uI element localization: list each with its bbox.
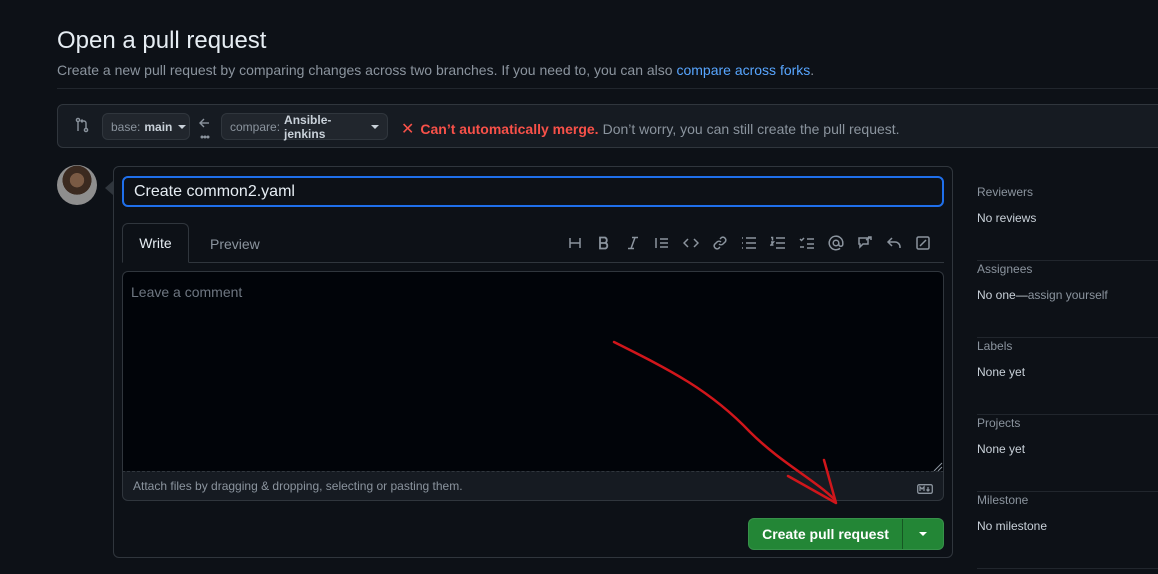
attach-files-text: Attach files by dragging & dropping, sel…	[133, 479, 463, 493]
chevron-down-icon	[371, 124, 379, 129]
labels-label: Labels	[977, 339, 1013, 353]
reviewers-section[interactable]: Reviewers No reviews	[977, 184, 1158, 261]
chevron-down-icon	[919, 532, 927, 536]
heading-icon[interactable]	[560, 232, 589, 254]
code-icon[interactable]	[676, 232, 705, 254]
tab-preview[interactable]: Preview	[210, 236, 260, 252]
assignees-value: No one—assign yourself	[977, 288, 1158, 302]
projects-value: None yet	[977, 442, 1026, 456]
unordered-list-icon[interactable]	[734, 232, 763, 254]
assignees-none: No one—	[977, 288, 1028, 302]
comment-placeholder: Leave a comment	[131, 284, 243, 300]
link-icon[interactable]	[705, 232, 734, 254]
merge-error-text: Can’t automatically merge.	[420, 121, 599, 137]
base-branch-name: main	[144, 119, 173, 134]
assign-yourself-link[interactable]: assign yourself	[1028, 288, 1108, 302]
reply-icon[interactable]	[879, 232, 908, 254]
projects-label: Projects	[977, 416, 1021, 430]
milestone-label: Milestone	[977, 493, 1029, 507]
resize-handle-icon[interactable]	[933, 459, 943, 472]
base-branch-select[interactable]: base: main	[102, 113, 190, 140]
assignees-section[interactable]: Assignees No one—assign yourself	[977, 261, 1158, 338]
milestone-value: No milestone	[977, 519, 1048, 533]
cross-reference-icon[interactable]	[850, 232, 879, 254]
create-pull-request-button[interactable]: Create pull request	[749, 519, 903, 549]
header-divider	[57, 88, 1158, 89]
diff-icon[interactable]	[908, 232, 937, 254]
subtitle-text: Create a new pull request by comparing c…	[57, 62, 677, 78]
markdown-toolbar	[560, 232, 937, 254]
subtitle-end: .	[810, 62, 815, 78]
quote-icon[interactable]	[647, 232, 676, 254]
title-input[interactable]	[122, 176, 944, 207]
compare-branch-name: Ansible-jenkins	[284, 112, 332, 141]
mention-icon[interactable]	[821, 232, 850, 254]
comment-pointer	[105, 181, 113, 195]
compare-across-forks-link[interactable]: compare across forks	[676, 62, 810, 78]
tabs-divider	[122, 262, 944, 263]
arrow-left-icon	[197, 115, 213, 146]
comment-textarea[interactable]	[122, 271, 944, 471]
page-subtitle: Create a new pull request by comparing c…	[57, 62, 814, 78]
tab-write[interactable]: Write	[122, 223, 189, 263]
ordered-list-icon[interactable]	[763, 232, 792, 254]
assignees-label: Assignees	[977, 262, 1033, 276]
x-icon: ✕	[401, 121, 415, 138]
compare-branch-select[interactable]: compare: Ansible-jenkins	[221, 112, 388, 141]
labels-value: None yet	[977, 365, 1026, 379]
sidebar: Reviewers No reviews Assignees No one—as…	[977, 184, 1158, 569]
labels-section[interactable]: Labels None yet	[977, 338, 1158, 415]
page-title: Open a pull request	[57, 27, 267, 54]
avatar[interactable]	[57, 165, 97, 205]
create-pull-request-button-group: Create pull request	[748, 518, 944, 550]
compare-prefix: compare:	[230, 119, 281, 134]
merge-status: ✕ Can’t automatically merge. Don’t worry…	[401, 119, 900, 139]
projects-section[interactable]: Projects None yet	[977, 415, 1158, 492]
reviewers-value: No reviews	[977, 211, 1037, 225]
base-prefix: base:	[111, 119, 141, 134]
milestone-section[interactable]: Milestone No milestone	[977, 492, 1158, 569]
reviewers-label: Reviewers	[977, 185, 1034, 199]
create-options-dropdown[interactable]	[903, 519, 943, 549]
italic-icon[interactable]	[618, 232, 647, 254]
compare-icon	[74, 117, 90, 138]
chevron-down-icon	[178, 124, 187, 129]
task-list-icon[interactable]	[792, 232, 821, 254]
markdown-icon	[917, 481, 933, 499]
merge-info-text: Don’t worry, you can still create the pu…	[602, 121, 900, 137]
bold-icon[interactable]	[589, 232, 618, 254]
